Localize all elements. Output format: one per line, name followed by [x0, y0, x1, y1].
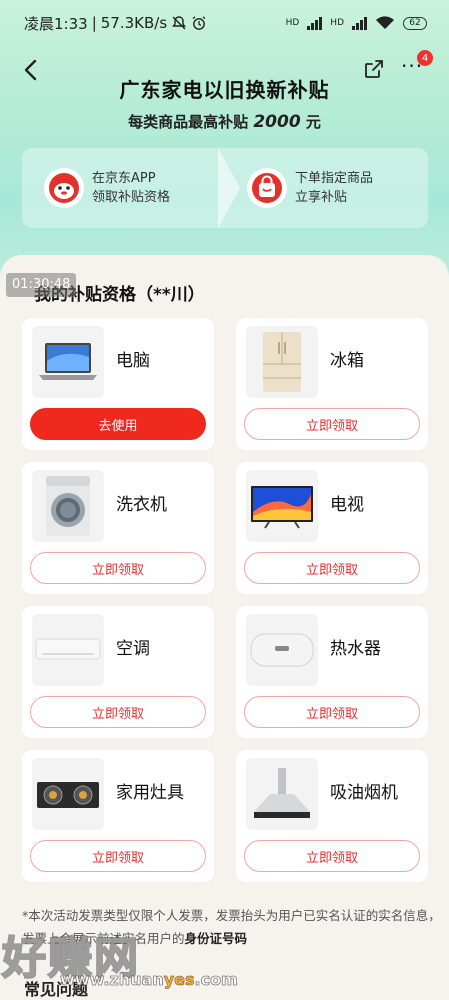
product-card-stove: 家用灶具 立即领取 — [22, 750, 214, 882]
title-block: 广东家电以旧换新补贴 每类商品最高补贴 2000 元 — [0, 74, 449, 132]
product-card-washer: 洗衣机 立即领取 — [22, 462, 214, 594]
steps-banner: 在京东APP 领取补贴资格 下单指定商品 立享补贴 — [22, 148, 428, 228]
step-1-text: 在京东APP 领取补贴资格 — [92, 169, 170, 207]
product-name: 热水器 — [330, 639, 381, 659]
tv-icon — [246, 470, 318, 542]
air-conditioner-icon — [32, 614, 104, 686]
claim-button[interactable]: 立即领取 — [244, 696, 420, 728]
step-2-line2: 立享补贴 — [295, 190, 348, 205]
laptop-icon — [32, 326, 104, 398]
claim-button[interactable]: 立即领取 — [244, 408, 420, 440]
notice-text-1: *本次活动发票类型仅限个人发票，发票抬头为用户已实名认证的实名 — [22, 908, 404, 923]
use-button[interactable]: 去使用 — [30, 408, 206, 440]
nav-bar: 广东家电以旧换新补贴 每类商品最高补贴 2000 元 ··· 4 — [0, 50, 449, 132]
invoice-notice: *本次活动发票类型仅限个人发票，发票抬头为用户已实名认证的实名信息，发票上会展示… — [22, 904, 442, 950]
product-name: 电脑 — [116, 351, 150, 371]
status-right: HD HD 62 — [286, 16, 427, 30]
status-time: 凌晨1:33 — [24, 14, 88, 33]
claim-button[interactable]: 立即领取 — [244, 552, 420, 584]
product-card-range-hood: 吸油烟机 立即领取 — [236, 750, 428, 882]
product-name: 吸油烟机 — [330, 783, 398, 803]
alarm-icon — [192, 16, 206, 30]
washing-machine-icon — [32, 470, 104, 542]
refrigerator-icon — [246, 326, 318, 398]
step-2: 下单指定商品 立享补贴 — [225, 148, 428, 228]
status-bar: 凌晨1:33 | 57.3KB/s HD HD 62 — [0, 0, 449, 46]
more-button[interactable]: ··· 4 — [401, 50, 433, 80]
page-subtitle: 每类商品最高补贴 2000 元 — [0, 111, 449, 132]
step-1: 在京东APP 领取补贴资格 — [22, 148, 225, 228]
subtitle-prefix: 每类商品最高补贴 — [128, 113, 249, 131]
jd-mascot-icon — [44, 168, 84, 208]
hd-label-1: HD — [285, 18, 300, 28]
status-left: 凌晨1:33 | 57.3KB/s — [24, 13, 207, 34]
claim-button[interactable]: 立即领取 — [30, 840, 206, 872]
shopping-bag-icon — [247, 168, 287, 208]
water-heater-icon — [246, 614, 318, 686]
claim-button[interactable]: 立即领取 — [244, 840, 420, 872]
product-name: 电视 — [330, 495, 364, 515]
signal-icon-1 — [307, 16, 323, 30]
video-time-overlay: 01:30:48 — [6, 273, 77, 297]
signal-icon-2 — [352, 16, 367, 30]
claim-button[interactable]: 立即领取 — [30, 696, 206, 728]
product-name: 洗衣机 — [116, 495, 167, 515]
step-2-text: 下单指定商品 立享补贴 — [295, 169, 373, 207]
product-name: 冰箱 — [330, 351, 364, 371]
range-hood-icon — [246, 758, 318, 830]
wifi-icon — [375, 16, 395, 30]
product-card-tv: 电视 立即领取 — [236, 462, 428, 594]
hd-label-2: HD — [330, 18, 344, 28]
step-2-line1: 下单指定商品 — [295, 171, 374, 186]
notice-bold: 身份证号码 — [184, 931, 248, 946]
product-name: 家用灶具 — [116, 783, 184, 803]
subtitle-unit: 元 — [305, 113, 321, 131]
battery-icon: 62 — [403, 16, 427, 30]
network-speed: 57.3KB/s — [100, 14, 168, 32]
faq-title[interactable]: 常见问题 — [24, 976, 88, 1000]
step-1-line1: 在京东APP — [92, 171, 156, 186]
product-card-ac: 空调 立即领取 — [22, 606, 214, 738]
product-card-water-heater: 热水器 立即领取 — [236, 606, 428, 738]
product-name: 空调 — [116, 639, 150, 659]
claim-button[interactable]: 立即领取 — [30, 552, 206, 584]
product-card-computer: 电脑 去使用 — [22, 318, 214, 450]
share-icon[interactable] — [363, 58, 385, 80]
notification-badge: 4 — [417, 50, 433, 66]
product-card-fridge: 冰箱 立即领取 — [236, 318, 428, 450]
gas-stove-icon — [32, 758, 104, 830]
step-1-line2: 领取补贴资格 — [92, 190, 171, 205]
notifications-off-icon — [172, 16, 187, 30]
subtitle-amount: 2000 — [253, 112, 301, 132]
status-divider: | — [91, 14, 97, 32]
